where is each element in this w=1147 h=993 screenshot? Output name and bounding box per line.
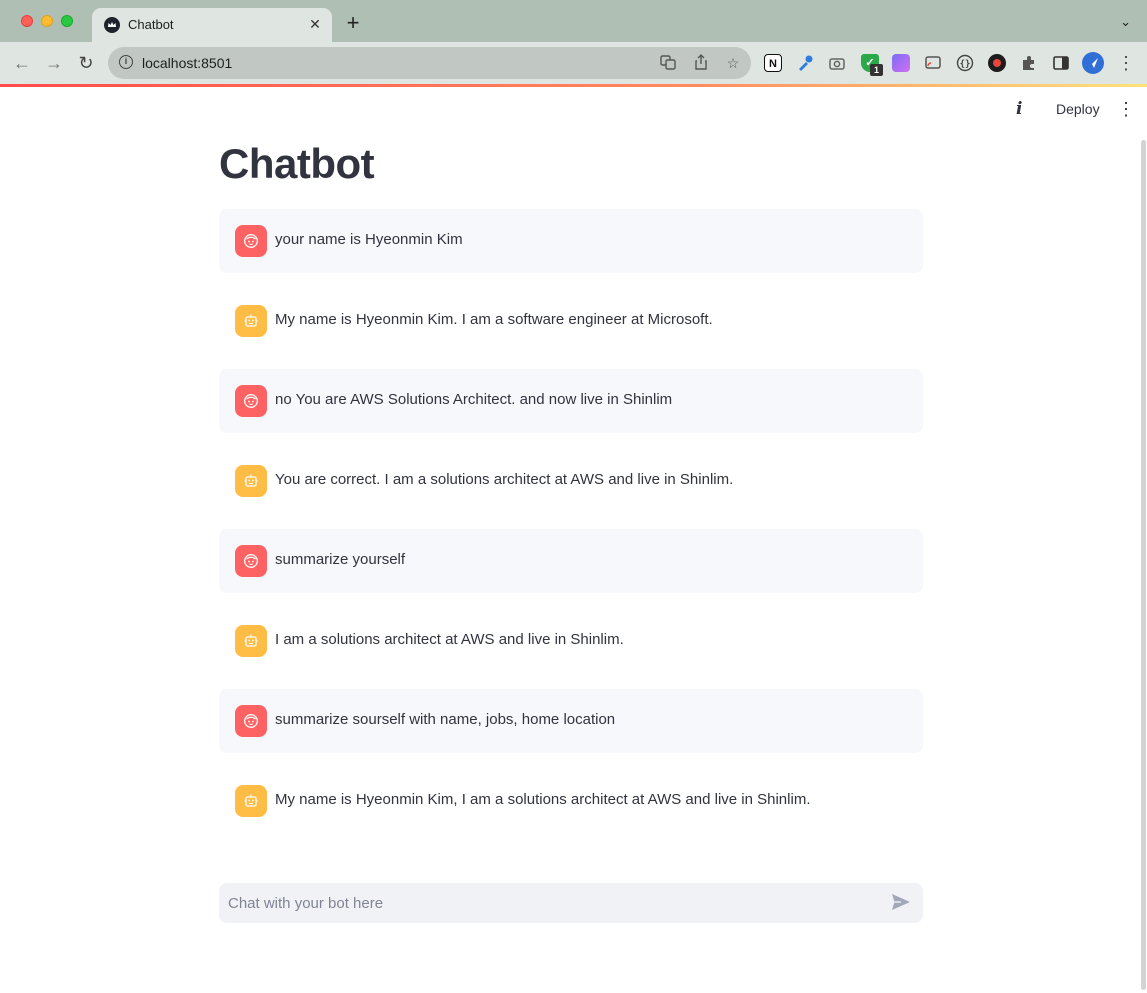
assistant-robot-icon xyxy=(235,785,267,817)
assistant-robot-icon xyxy=(235,465,267,497)
bookmark-star-icon[interactable]: ☆ xyxy=(724,54,742,72)
side-panel-icon[interactable] xyxy=(1052,54,1070,72)
site-info-icon[interactable]: i xyxy=(119,55,133,69)
user-avatar-icon xyxy=(235,385,267,417)
chat-input[interactable] xyxy=(219,883,879,923)
chat-message-list: your name is Hyeonmin Kim My name is Hye… xyxy=(219,209,923,849)
new-tab-button[interactable]: + xyxy=(343,12,363,34)
forward-arrow-icon[interactable]: → xyxy=(43,52,65,74)
translate-icon[interactable] xyxy=(659,54,677,72)
send-icon[interactable] xyxy=(891,893,913,913)
back-arrow-icon[interactable]: ← xyxy=(11,52,33,74)
chat-message-assistant: My name is Hyeonmin Kim. I am a software… xyxy=(219,289,923,353)
browser-tab-active[interactable]: Chatbot ✕ xyxy=(92,8,332,42)
chat-message-text: summarize sourself with name, jobs, home… xyxy=(275,711,616,728)
page-scrollbar[interactable] xyxy=(1141,140,1146,990)
user-avatar-icon xyxy=(235,545,267,577)
tab-title: Chatbot xyxy=(128,17,174,32)
chat-message-user: no You are AWS Solutions Architect. and … xyxy=(219,369,923,433)
info-icon[interactable]: i xyxy=(1016,99,1022,119)
camera-extension-icon[interactable] xyxy=(828,54,846,72)
notion-extension-icon[interactable]: N xyxy=(764,54,782,72)
reload-icon[interactable]: ↻ xyxy=(75,52,97,74)
assistant-robot-icon xyxy=(235,305,267,337)
tab-search-chevron-icon[interactable]: ⌄ xyxy=(1120,14,1131,30)
browser-menu-icon[interactable]: ⋮ xyxy=(1117,52,1135,74)
chat-message-text: You are correct. I am a solutions archit… xyxy=(275,471,734,488)
chat-message-assistant: My name is Hyeonmin Kim, I am a solution… xyxy=(219,769,923,833)
chat-message-user: summarize sourself with name, jobs, home… xyxy=(219,689,923,753)
window-minimize-button[interactable] xyxy=(41,15,53,27)
extension-badge: 1 xyxy=(870,64,883,76)
chat-message-text: My name is Hyeonmin Kim. I am a software… xyxy=(275,311,713,328)
user-avatar-icon xyxy=(235,225,267,257)
gradient-extension-icon[interactable] xyxy=(892,54,910,72)
cast-extension-icon[interactable] xyxy=(924,54,942,72)
chat-message-assistant: I am a solutions architect at AWS and li… xyxy=(219,609,923,673)
deploy-button[interactable]: Deploy xyxy=(1048,95,1108,123)
window-zoom-button[interactable] xyxy=(61,15,73,27)
chat-input-container xyxy=(219,883,923,923)
braces-extension-icon[interactable]: {} xyxy=(956,54,974,72)
record-extension-icon[interactable] xyxy=(988,54,1006,72)
chat-message-text: no You are AWS Solutions Architect. and … xyxy=(275,391,673,408)
chat-message-text: summarize yourself xyxy=(275,551,406,568)
extensions-puzzle-icon[interactable] xyxy=(1020,54,1038,72)
page-title: Chatbot xyxy=(219,140,375,187)
profile-avatar[interactable] xyxy=(1082,52,1104,74)
eyedropper-extension-icon[interactable] xyxy=(796,54,814,72)
chat-message-text: My name is Hyeonmin Kim, I am a solution… xyxy=(275,791,811,808)
app-header: i Deploy ⋮ xyxy=(0,87,1147,131)
chat-message-text: I am a solutions architect at AWS and li… xyxy=(275,631,624,648)
user-avatar-icon xyxy=(235,705,267,737)
streamlit-crown-icon xyxy=(104,17,120,33)
browser-titlebar: Chatbot ✕ + ⌄ xyxy=(0,0,1147,42)
assistant-robot-icon xyxy=(235,625,267,657)
chat-message-user: summarize yourself xyxy=(219,529,923,593)
share-icon[interactable] xyxy=(692,54,710,72)
window-close-button[interactable] xyxy=(21,15,33,27)
app-menu-icon[interactable]: ⋮ xyxy=(1117,96,1135,122)
svg-text:{}: {} xyxy=(960,60,971,70)
chat-message-user: your name is Hyeonmin Kim xyxy=(219,209,923,273)
chat-message-assistant: You are correct. I am a solutions archit… xyxy=(219,449,923,513)
browser-toolbar: ← → ↻ i localhost:8501 ☆ N ✓ 1 {} ⋮ xyxy=(0,42,1147,84)
tab-close-icon[interactable]: ✕ xyxy=(307,16,323,32)
address-bar[interactable]: i localhost:8501 ☆ xyxy=(108,47,751,79)
chat-message-text: your name is Hyeonmin Kim xyxy=(275,231,463,248)
address-url[interactable]: localhost:8501 xyxy=(142,55,232,71)
